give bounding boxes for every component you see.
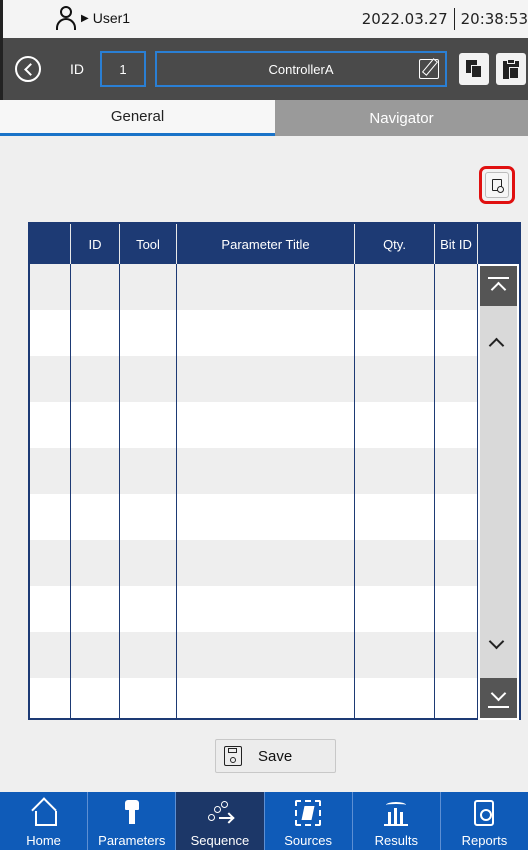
time-text: 20:38:53: [460, 10, 528, 28]
id-label: ID: [70, 61, 84, 77]
nav-label-home: Home: [26, 833, 61, 848]
scroll-to-bottom-button[interactable]: [480, 678, 517, 718]
col-header-bit-id[interactable]: Bit ID: [435, 224, 478, 264]
scroll-up-icon[interactable]: [488, 337, 505, 354]
table-scrollbar[interactable]: [478, 264, 519, 720]
scroll-track[interactable]: [480, 266, 517, 718]
table-row[interactable]: [30, 632, 477, 678]
col-header-select: [30, 224, 71, 264]
tab-general[interactable]: General: [0, 100, 275, 136]
scroll-down-icon[interactable]: [488, 633, 505, 650]
nav-label-sequence: Sequence: [190, 833, 250, 848]
tab-navigator[interactable]: Navigator: [275, 100, 528, 136]
home-icon: [31, 800, 57, 826]
table-row[interactable]: [30, 540, 477, 586]
nav-label-results: Results: [374, 833, 418, 848]
table-row[interactable]: [30, 264, 477, 310]
table-row[interactable]: [30, 402, 477, 448]
table-body: [30, 264, 477, 720]
double-chevron-up-icon: [490, 281, 507, 298]
table-row[interactable]: [30, 678, 477, 720]
column-divider: [70, 264, 71, 720]
double-chevron-down-icon: [490, 685, 507, 702]
column-divider: [354, 264, 355, 720]
col-header-parameter-title[interactable]: Parameter Title: [177, 224, 355, 264]
nav-sequence[interactable]: Sequence: [176, 792, 265, 850]
table-row[interactable]: [30, 310, 477, 356]
table-row[interactable]: [30, 494, 477, 540]
results-icon: [383, 800, 409, 826]
parameters-icon: [119, 800, 145, 826]
save-icon: [224, 746, 242, 766]
nav-label-parameters: Parameters: [98, 833, 166, 848]
reports-icon: [474, 800, 495, 826]
table-row[interactable]: [30, 448, 477, 494]
column-divider: [434, 264, 435, 720]
toolbar: ID 1 ControllerA: [0, 38, 528, 100]
controller-name: ControllerA: [268, 61, 334, 77]
id-field[interactable]: 1: [100, 51, 146, 87]
sequence-table: ID Tool Parameter Title Qty. Bit ID: [28, 222, 521, 720]
save-button[interactable]: Save: [215, 739, 336, 773]
nav-label-reports: Reports: [461, 833, 508, 848]
column-divider: [119, 264, 120, 720]
copy-button[interactable]: [459, 53, 489, 85]
datetime-divider: [453, 8, 455, 30]
nav-results[interactable]: Results: [353, 792, 441, 850]
copy-icon: [466, 60, 482, 78]
tab-bar: General Navigator: [0, 100, 528, 136]
table-header: ID Tool Parameter Title Qty. Bit ID: [30, 224, 519, 264]
datetime: 2022.03.27 20:38:53: [362, 8, 528, 30]
paste-button[interactable]: [496, 53, 526, 85]
bottom-navigation: Home Parameters Sequence Sources Results…: [0, 792, 528, 850]
col-header-id[interactable]: ID: [71, 224, 120, 264]
controller-name-field[interactable]: ControllerA: [155, 51, 447, 87]
table-row[interactable]: [30, 356, 477, 402]
sources-icon: [295, 800, 322, 826]
nav-parameters[interactable]: Parameters: [88, 792, 177, 850]
add-document-icon: [485, 172, 509, 198]
add-sequence-button[interactable]: [479, 166, 515, 204]
edit-icon[interactable]: [419, 59, 439, 79]
user-name: User1: [92, 10, 131, 26]
back-arrow-icon[interactable]: [15, 56, 41, 82]
save-label: Save: [258, 747, 293, 765]
col-header-tool[interactable]: Tool: [120, 224, 177, 264]
status-bar: ▶ User1 2022.03.27 20:38:53: [0, 0, 528, 38]
user-icon: [55, 6, 77, 30]
nav-home[interactable]: Home: [0, 792, 89, 850]
nav-reports[interactable]: Reports: [441, 792, 528, 850]
paste-icon: [503, 59, 519, 79]
play-triangle-icon: ▶: [81, 12, 89, 24]
table-row[interactable]: [30, 586, 477, 632]
nav-sources[interactable]: Sources: [265, 792, 353, 850]
nav-label-sources: Sources: [284, 833, 332, 848]
column-divider: [176, 264, 177, 720]
date-text: 2022.03.27: [361, 10, 448, 28]
scroll-to-top-button[interactable]: [480, 266, 517, 306]
user-indicator[interactable]: ▶ User1: [55, 6, 130, 30]
col-header-qty[interactable]: Qty.: [355, 224, 435, 264]
sequence-icon: [207, 800, 233, 826]
